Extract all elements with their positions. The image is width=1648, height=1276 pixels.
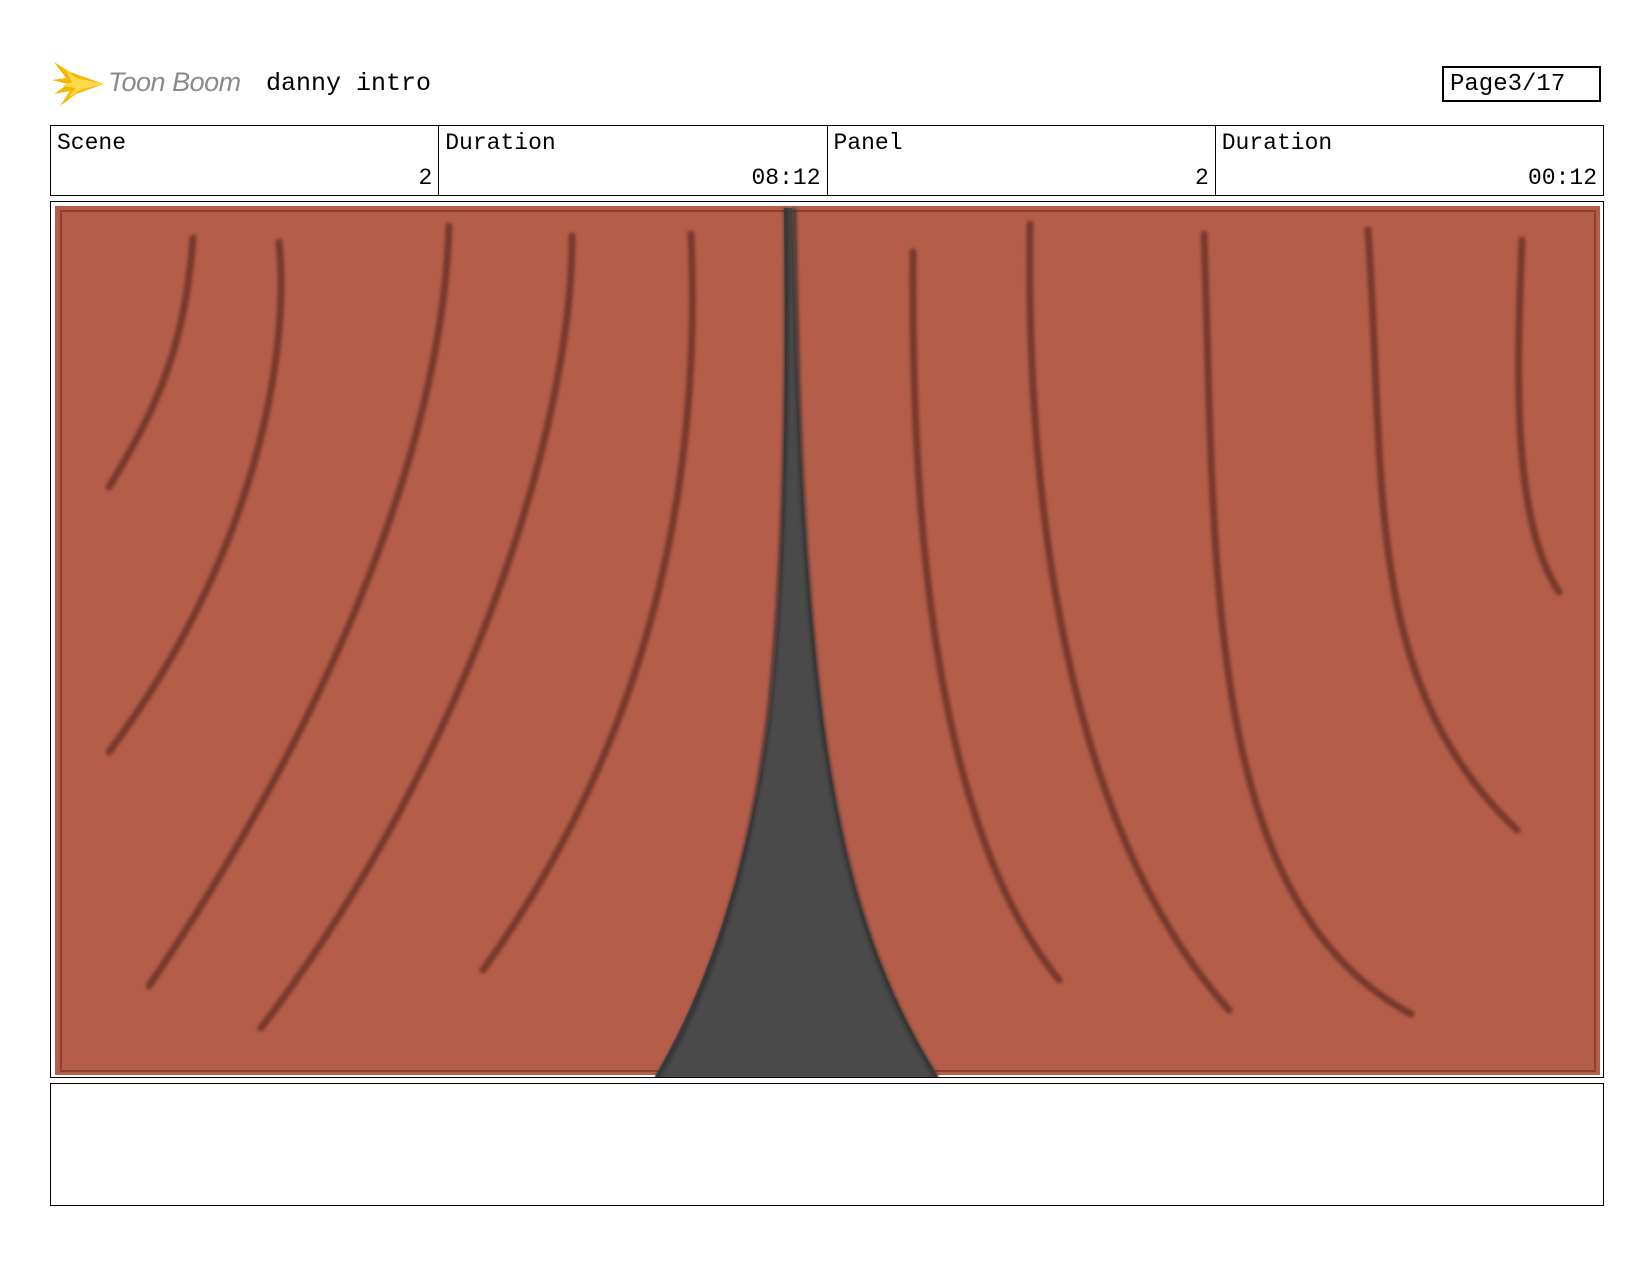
starburst-logo-icon xyxy=(52,62,104,106)
scene-duration-label: Duration xyxy=(445,130,556,156)
project-title: danny intro xyxy=(266,69,432,98)
storyboard-panel-image xyxy=(50,201,1604,1078)
panel-cell: Panel 2 xyxy=(828,126,1216,195)
panel-notes-box[interactable] xyxy=(50,1083,1604,1206)
panel-duration-cell: Duration 00:12 xyxy=(1216,126,1603,195)
panel-info-table: Scene 2 Duration 08:12 Panel 2 Duration … xyxy=(50,125,1604,196)
scene-value: 2 xyxy=(418,165,433,191)
panel-value: 2 xyxy=(1194,165,1209,191)
page-number: 3/17 xyxy=(1507,70,1566,98)
panel-duration-label: Duration xyxy=(1221,130,1333,156)
curtain-drawing xyxy=(55,206,1600,1077)
panel-duration-value: 00:12 xyxy=(1527,165,1597,191)
page-label: Page xyxy=(1450,70,1508,98)
scene-cell: Scene 2 xyxy=(51,126,440,195)
scene-duration-cell: Duration 08:12 xyxy=(439,126,828,195)
page-indicator: Page 3/17 xyxy=(1442,66,1601,102)
scene-duration-value: 08:12 xyxy=(751,165,821,191)
brand-name: Toon Boom xyxy=(108,67,241,97)
storyboard-header: Toon Boom danny intro Page 3/17 xyxy=(50,55,1610,113)
panel-label: Panel xyxy=(833,130,903,156)
scene-label: Scene xyxy=(57,130,127,156)
